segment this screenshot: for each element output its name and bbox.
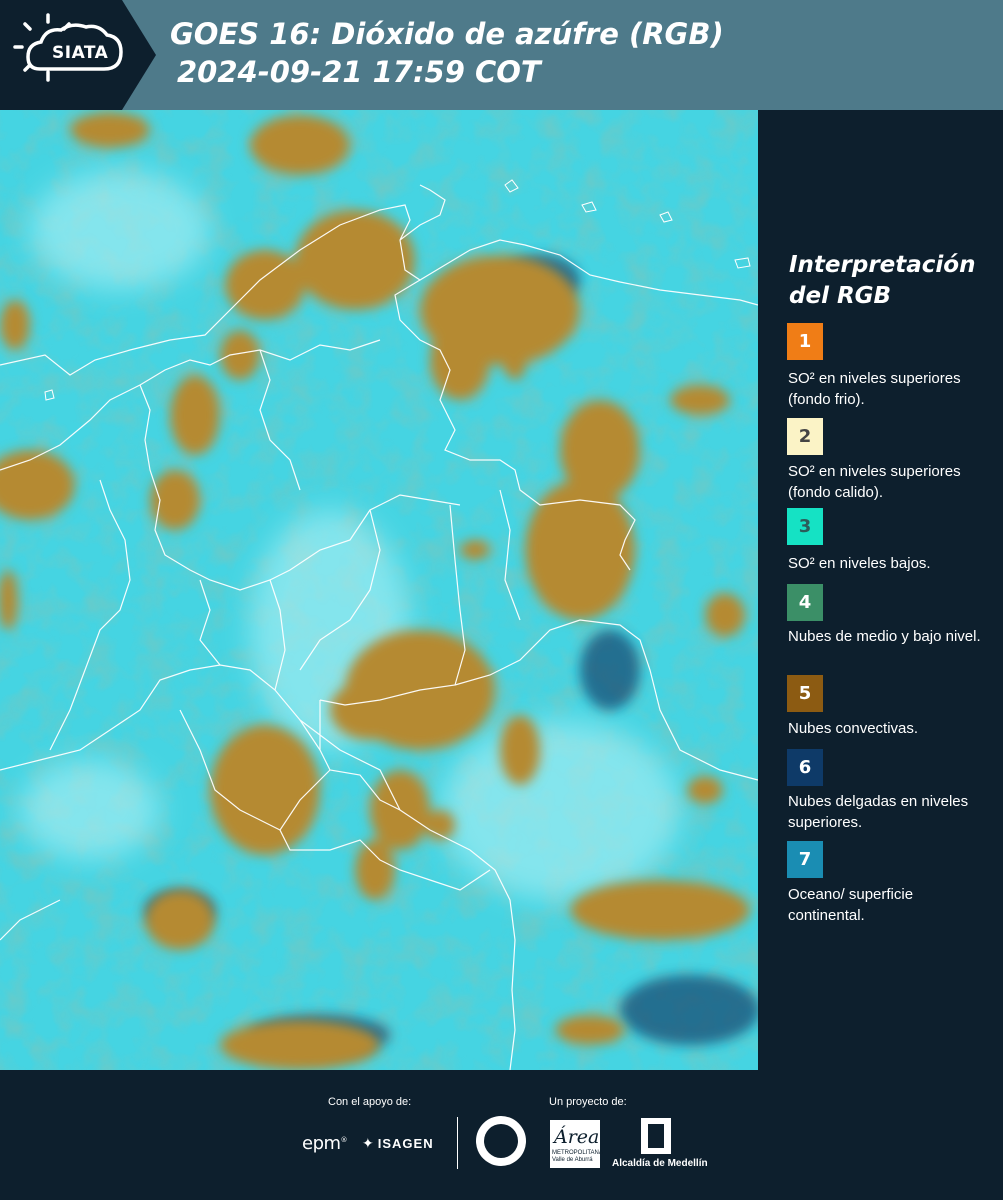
legend-swatch-3: 3 (787, 508, 823, 545)
area-wordmark: Área (554, 1126, 600, 1148)
project-caption: Un proyecto de: (549, 1096, 627, 1108)
footer: Con el apoyo de: Un proyecto de: epm® ✦ I… (0, 1070, 1003, 1200)
header-bar: SIATA GOES 16: Dióxido de azúfre (RGB) 2… (0, 0, 1003, 110)
alcaldia-emblem-icon (641, 1118, 671, 1154)
support-caption: Con el apoyo de: (328, 1096, 412, 1108)
legend-text-4: Nubes de medio y bajo nivel. (788, 628, 981, 645)
legend-number-3: 3 (798, 516, 812, 537)
legend-number-5: 5 (798, 683, 812, 704)
legend-text-6: Nubes delgadas en niveles superiores. (788, 793, 969, 831)
medellin-seal-logo (476, 1116, 526, 1166)
isagen-mark-icon: ✦ (362, 1135, 375, 1151)
legend-text-7: Oceano/ superficie continental. (788, 886, 914, 924)
area-subtitle: METROPOLITANA Valle de Aburrá (552, 1150, 603, 1163)
legend-swatch-4: 4 (787, 584, 823, 621)
legend-swatch-5: 5 (787, 675, 823, 712)
satellite-map (0, 110, 758, 1070)
legend-text-1: SO² en niveles superiores (fondo frio). (788, 370, 961, 408)
footer-divider (457, 1117, 458, 1169)
legend-swatch-7: 7 (787, 841, 823, 878)
isagen-wordmark: ISAGEN (377, 1136, 434, 1151)
epm-logo: epm® (302, 1133, 348, 1154)
legend-swatch-6: 6 (787, 749, 823, 786)
siata-wordmark: SIATA (52, 43, 109, 63)
isagen-logo: ✦ ISAGEN (362, 1135, 434, 1152)
area-metropolitana-logo: Área METROPOLITANA Valle de Aburrá (550, 1120, 603, 1168)
legend-number-2: 2 (798, 426, 812, 447)
page-title: GOES 16: Dióxido de azúfre (RGB) (170, 17, 724, 51)
legend-number-7: 7 (798, 849, 812, 870)
legend-panel: Interpretación del RGB 1 SO² en niveles … (760, 110, 1003, 1070)
siata-logo: SIATA (0, 0, 156, 110)
legend-swatch-1: 1 (787, 323, 823, 360)
legend-text-5: Nubes convectivas. (788, 720, 919, 737)
legend-text-3: SO² en niveles bajos. (788, 555, 931, 572)
legend-number-6: 6 (798, 757, 812, 778)
legend-swatch-2: 2 (787, 418, 823, 455)
alcaldia-label: Alcaldía de Medellín (612, 1158, 708, 1169)
legend-title: Interpretación del RGB (789, 252, 976, 309)
legend-number-1: 1 (798, 331, 812, 352)
epm-wordmark: epm (302, 1133, 341, 1154)
timestamp: 2024-09-21 17:59 COT (177, 55, 541, 89)
legend-number-4: 4 (798, 592, 812, 613)
